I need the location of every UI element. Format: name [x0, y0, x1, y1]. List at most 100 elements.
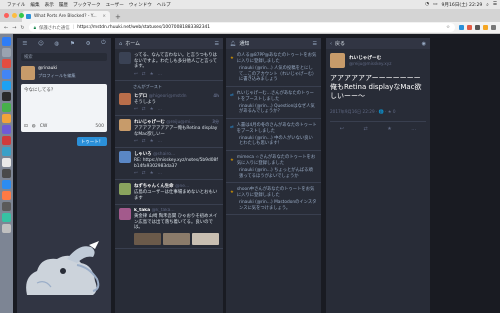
column-settings-icon[interactable]: ☰ — [313, 41, 317, 47]
compose-textarea[interactable]: 今なにしてる？ ⊡ ◍ CW 500 — [21, 84, 107, 132]
app-icon[interactable] — [2, 158, 11, 167]
app-icon[interactable] — [2, 125, 11, 134]
menu-window[interactable]: ウィンドウ — [129, 2, 152, 8]
avatar[interactable] — [119, 208, 131, 220]
back-icon[interactable]: ← — [4, 25, 8, 31]
app-icon[interactable] — [2, 114, 11, 123]
app-icon[interactable] — [2, 136, 11, 145]
finder-icon[interactable] — [2, 37, 11, 46]
spotlight-icon[interactable]: ⌕ — [486, 2, 489, 8]
toot-button[interactable]: トゥート！ — [77, 137, 107, 146]
favourite-icon[interactable]: ★ — [150, 107, 158, 112]
more-icon[interactable]: … — [411, 126, 416, 132]
more-icon[interactable]: … — [158, 139, 167, 144]
more-icon[interactable]: … — [158, 107, 167, 112]
browser-tab[interactable]: What Ports Are Blocked? - Y... × — [22, 11, 110, 22]
reply-icon[interactable]: ↩ — [134, 171, 142, 176]
tab-close-icon[interactable]: × — [102, 14, 106, 19]
status-item[interactable]: ねずちゃんくん生命 @ne… 広島のユーザーは仕事場まめないとおもいます — [115, 180, 223, 205]
extension-icon[interactable] — [475, 25, 480, 30]
column-settings-icon[interactable]: ☰ — [215, 41, 219, 47]
avatar[interactable] — [119, 52, 131, 64]
trash-icon[interactable] — [2, 224, 11, 233]
terminal-icon[interactable] — [2, 92, 11, 101]
new-tab-icon[interactable]: + — [115, 13, 121, 21]
notification-center-icon[interactable]: ☰ — [493, 2, 497, 7]
search-input[interactable]: 検索 — [21, 53, 107, 61]
reload-icon[interactable]: ↻ — [20, 25, 24, 31]
status-item[interactable]: k_taka @k_taka… 黄金律 山崎 陶禾吾関 ひゃおりそ初めメイン広島… — [115, 205, 223, 249]
avatar[interactable] — [21, 66, 35, 80]
app-icon[interactable] — [2, 147, 11, 156]
status-item[interactable]: れいじゃげーむ @reiju@mi… 3分 アアアアアアアアアー俺もRetina … — [115, 116, 223, 148]
notification-item[interactable]: ★ shoon中さんがあなたのトゥートをお気に入りに登録しました rinauki … — [226, 183, 321, 216]
media-gallery[interactable] — [134, 232, 219, 245]
back-button[interactable]: 戻る — [335, 40, 345, 47]
status-item[interactable]: ヒデロ @higeori@mstdn 4h そうしよう ↩⇄★… — [115, 90, 223, 116]
display-name[interactable]: ヒデロ — [134, 94, 147, 99]
globe-privacy-icon[interactable]: ◍ — [32, 124, 36, 129]
reply-icon[interactable]: ↩ — [134, 107, 142, 112]
boost-icon[interactable]: ⇄ — [363, 126, 367, 132]
getting-started-icon[interactable]: ☰ — [22, 41, 27, 47]
edit-profile-link[interactable]: プロフィールを編集 — [38, 73, 76, 79]
app-icon[interactable] — [2, 213, 11, 222]
more-icon[interactable]: … — [158, 72, 167, 77]
reply-icon[interactable]: ↩ — [340, 126, 344, 132]
menu-edit[interactable]: 編集 — [30, 2, 39, 8]
back-arrow-icon[interactable]: ‹ — [330, 41, 332, 47]
boost-icon[interactable]: ⇄ — [142, 107, 150, 112]
app-icon[interactable] — [2, 59, 11, 68]
chrome-icon[interactable] — [2, 70, 11, 79]
status-time[interactable]: 3分 — [212, 119, 219, 125]
home-column-header[interactable]: ⌂ ホーム ☰ — [115, 38, 223, 49]
cw-toggle[interactable]: CW — [40, 124, 48, 129]
display-name[interactable]: ねずちゃんくん生命 — [134, 184, 174, 189]
reply-icon[interactable]: ↩ — [134, 139, 142, 144]
status-item[interactable]: しゃいろ @shairo… RE: https://misskey.xyz/no… — [115, 148, 223, 180]
reply-icon[interactable]: ↩ — [134, 72, 142, 77]
app-icon[interactable] — [2, 180, 11, 189]
camera-icon[interactable]: ⊡ — [24, 124, 28, 129]
boost-icon[interactable]: ⇄ — [142, 171, 150, 176]
media-thumbnail[interactable] — [192, 232, 219, 245]
notifications-column-header[interactable]: 🔔︎ 通知 ☰ — [226, 38, 321, 49]
more-icon[interactable]: … — [158, 171, 167, 176]
notification-item[interactable]: ⇄ れいじゃげーむ…さんがあなたのトゥートをブーストしました rinauki (@… — [226, 87, 321, 119]
menu-dots-icon[interactable] — [491, 25, 496, 30]
app-icon[interactable] — [2, 81, 11, 90]
avatar[interactable] — [119, 92, 131, 105]
minimize-window-icon[interactable] — [11, 13, 17, 18]
app-icon[interactable] — [2, 103, 11, 112]
avatar[interactable] — [330, 53, 345, 68]
menu-user[interactable]: ユーザー — [106, 2, 124, 8]
favourite-icon[interactable]: ★ — [150, 139, 158, 144]
app-icon[interactable] — [2, 191, 11, 200]
display-name[interactable]: れいじゃげーむ — [134, 120, 165, 125]
menu-view[interactable]: 表示 — [45, 2, 54, 8]
preferences-icon[interactable]: ⚙ — [86, 41, 91, 47]
menu-file[interactable]: ファイル — [7, 2, 25, 8]
menubar-clock[interactable]: 9月16日(土) 22:29 — [441, 2, 482, 8]
avatar[interactable] — [119, 151, 131, 163]
menu-help[interactable]: ヘルプ — [157, 2, 171, 8]
zoom-window-icon[interactable] — [19, 13, 24, 18]
status-time[interactable]: 4h — [213, 93, 219, 98]
close-window-icon[interactable] — [4, 13, 9, 18]
bookmark-star-icon[interactable]: ☆ — [446, 25, 450, 30]
status-item[interactable]: ってる、なんて言わない。と言うつもりはないですよ。わたしも多分他人ごと言ってます… — [115, 49, 223, 81]
app-icon[interactable] — [2, 169, 11, 178]
media-thumbnail[interactable] — [163, 232, 190, 245]
boost-icon[interactable]: ⇄ — [142, 139, 150, 144]
favourite-icon[interactable]: ★ — [150, 171, 158, 176]
app-icon[interactable] — [2, 202, 11, 211]
boost-icon[interactable]: ⇄ — [142, 72, 150, 77]
extension-icon[interactable] — [467, 25, 472, 30]
notification-item[interactable]: ⇄ 人書は4月の冬のさんがあなたのトゥートをブーストしました rinauki (@… — [226, 119, 321, 152]
display-name[interactable]: k_taka — [134, 208, 150, 213]
favourite-icon[interactable]: ★ — [387, 126, 391, 132]
extension-icon[interactable] — [459, 25, 464, 30]
extension-icon[interactable] — [483, 25, 488, 30]
wifi-icon[interactable]: ◔ — [425, 2, 429, 7]
people-icon[interactable]: ☺ — [38, 41, 44, 47]
